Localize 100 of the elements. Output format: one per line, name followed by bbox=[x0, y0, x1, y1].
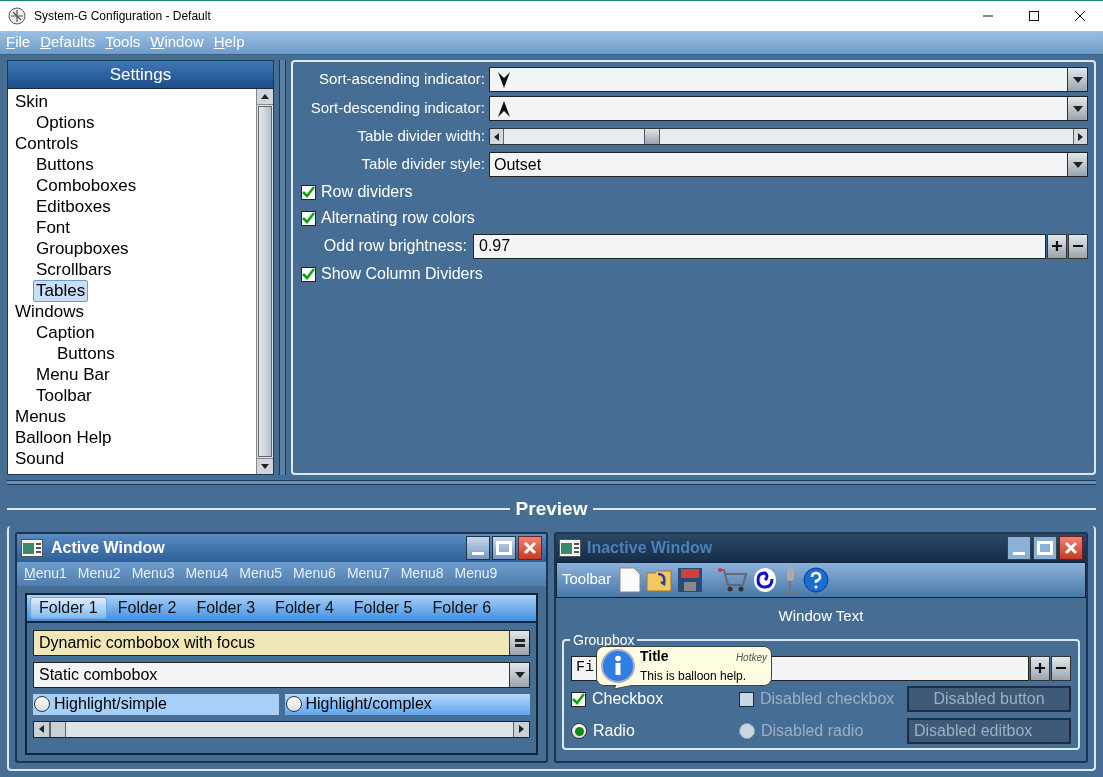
checkbox[interactable] bbox=[571, 691, 586, 707]
checkbox[interactable] bbox=[739, 691, 754, 707]
splitter-bar[interactable] bbox=[279, 60, 286, 475]
tree-item[interactable]: Buttons bbox=[33, 153, 97, 176]
radio-label: Radio bbox=[593, 721, 635, 741]
checkmark-icon bbox=[302, 212, 315, 224]
tree-item[interactable]: Controls bbox=[12, 132, 82, 155]
tree-item[interactable]: Toolbar bbox=[33, 384, 95, 407]
maximize-icon bbox=[1029, 11, 1039, 21]
scrollbar[interactable] bbox=[256, 89, 273, 474]
app-logo-icon bbox=[8, 7, 26, 25]
preview-title: Preview bbox=[514, 497, 589, 521]
dropdown-button[interactable] bbox=[509, 662, 529, 687]
increment-button[interactable] bbox=[1030, 655, 1050, 681]
radio-button[interactable] bbox=[34, 696, 50, 712]
checkbox[interactable] bbox=[301, 266, 316, 282]
tree-item[interactable]: Buttons bbox=[54, 342, 118, 365]
arrow-down-icon bbox=[498, 71, 510, 88]
tree-item[interactable]: Skin bbox=[12, 90, 52, 113]
folder-tab[interactable]: Folder 2 bbox=[108, 596, 186, 619]
spiral-icon[interactable] bbox=[753, 566, 778, 593]
folder-tab[interactable]: Folder 3 bbox=[187, 596, 265, 619]
horizontal-scrollbar[interactable] bbox=[33, 720, 530, 738]
maximize-icon bbox=[1037, 540, 1053, 555]
dropdown-button[interactable] bbox=[1067, 97, 1087, 120]
style-combobox[interactable]: Outset bbox=[489, 152, 1088, 177]
tree-item[interactable]: Groupboxes bbox=[33, 237, 132, 260]
dropdown-button[interactable] bbox=[1067, 68, 1087, 91]
folder-tab[interactable]: Folder 1 bbox=[30, 596, 107, 619]
tree-item[interactable]: Font bbox=[33, 216, 74, 239]
folder-tab[interactable]: Folder 4 bbox=[266, 596, 343, 619]
tree-item[interactable]: Sound bbox=[12, 447, 68, 470]
arrow-left-icon bbox=[39, 725, 44, 733]
scrollbar-thumb[interactable] bbox=[50, 721, 66, 737]
static-combobox[interactable]: Static combobox bbox=[33, 661, 530, 688]
window-text: Window Text bbox=[777, 605, 865, 626]
slider-track[interactable] bbox=[489, 128, 1088, 145]
checkbox[interactable] bbox=[301, 210, 316, 226]
radio-button[interactable] bbox=[285, 696, 302, 712]
tree-item[interactable]: Editboxes bbox=[33, 195, 114, 218]
tree-item[interactable]: Tables bbox=[33, 279, 89, 302]
help-icon[interactable] bbox=[803, 566, 830, 593]
inactive-window-title: Inactive Window bbox=[587, 537, 714, 558]
checkbox[interactable] bbox=[301, 184, 316, 200]
indicator-combobox[interactable] bbox=[489, 67, 1088, 92]
shopping-cart-icon[interactable] bbox=[718, 566, 749, 593]
tree-item[interactable]: Balloon Help bbox=[12, 426, 115, 449]
maximize-button[interactable] bbox=[492, 535, 516, 560]
dynamic-combobox[interactable]: Dynamic combobox with focus bbox=[33, 629, 530, 656]
plus-icon bbox=[1052, 241, 1062, 251]
slider-thumb[interactable] bbox=[643, 129, 660, 144]
option-label: Odd row brightness: bbox=[322, 236, 468, 256]
left-arrow-button[interactable] bbox=[490, 129, 504, 144]
radio-button[interactable] bbox=[739, 723, 755, 739]
arrow-right-icon bbox=[1078, 132, 1083, 141]
indicator-combobox[interactable] bbox=[489, 96, 1088, 121]
tree-item[interactable]: Menu Bar bbox=[33, 363, 113, 386]
decrement-button[interactable] bbox=[1051, 655, 1071, 681]
folder-tab[interactable]: Folder 6 bbox=[423, 596, 501, 619]
minus-icon bbox=[1073, 245, 1083, 247]
equals-icon bbox=[514, 638, 525, 647]
tree-item[interactable]: Menus bbox=[12, 405, 70, 428]
window-icon bbox=[21, 538, 43, 557]
highlight-option[interactable]: Highlight/simple bbox=[33, 693, 279, 715]
tree-item[interactable]: Comboboxes bbox=[33, 174, 140, 197]
radio-label: Disabled radio bbox=[761, 721, 864, 741]
tree-item[interactable]: Scrollbars bbox=[33, 258, 115, 281]
checkbox-label: Checkbox bbox=[592, 689, 664, 709]
folder-tab[interactable]: Folder 5 bbox=[344, 596, 422, 619]
radio-button[interactable] bbox=[571, 723, 587, 739]
right-arrow-button[interactable] bbox=[1073, 129, 1087, 144]
option-label: Table divider width: bbox=[356, 126, 486, 147]
brightness-field[interactable]: 0.97 bbox=[473, 233, 1046, 259]
option-label: Table divider style: bbox=[360, 154, 486, 175]
active-window-title: Active Window bbox=[51, 537, 166, 558]
document-icon[interactable] bbox=[619, 566, 642, 593]
radio-label: Highlight/simple bbox=[54, 694, 167, 714]
highlight-option[interactable]: Highlight/complex bbox=[284, 693, 530, 715]
minimize-button[interactable] bbox=[1007, 535, 1031, 560]
scrollbar-thumb[interactable] bbox=[258, 106, 272, 457]
menu-button[interactable] bbox=[509, 630, 529, 655]
dropdown-button[interactable] bbox=[1067, 153, 1087, 176]
window-title: System-G Configuration - Default bbox=[34, 8, 212, 25]
decrement-button[interactable] bbox=[1068, 233, 1088, 259]
maximize-icon bbox=[496, 540, 512, 555]
tree-item[interactable]: Windows bbox=[12, 300, 87, 323]
increment-button[interactable] bbox=[1047, 233, 1067, 259]
tree-item[interactable]: Options bbox=[33, 111, 98, 134]
minimize-icon bbox=[472, 551, 484, 555]
close-button[interactable] bbox=[1059, 535, 1083, 560]
tree-item[interactable]: Caption bbox=[33, 321, 98, 344]
option-label: Sort-descending indicator: bbox=[309, 98, 486, 119]
maximize-button[interactable] bbox=[1033, 535, 1057, 560]
minus-icon bbox=[1056, 667, 1066, 669]
close-button[interactable] bbox=[518, 535, 542, 560]
folder-icon[interactable] bbox=[646, 567, 673, 592]
checkbox-label: Row dividers bbox=[321, 182, 413, 202]
minimize-button[interactable] bbox=[466, 535, 490, 560]
checkmark-icon bbox=[302, 268, 315, 280]
caret-icon bbox=[1072, 76, 1083, 83]
